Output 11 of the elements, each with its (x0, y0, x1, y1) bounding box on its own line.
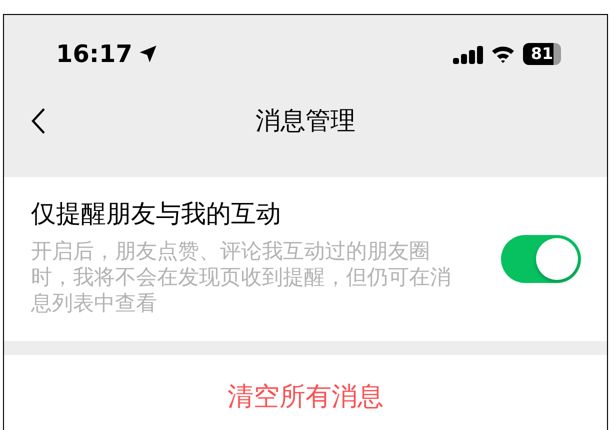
clear-messages-button[interactable]: 清空所有消息 (4, 355, 607, 430)
status-time: 16:17 (56, 38, 132, 70)
battery-level: 81 (523, 42, 561, 64)
back-icon[interactable] (30, 107, 46, 135)
wifi-icon (491, 44, 515, 62)
location-arrow-icon (138, 44, 158, 64)
setting-description: 开启后，朋友点赞、评论我互动过的朋友圈时，我将不会在发现页收到提醒，但仍可在消息列表中查看 (31, 238, 452, 316)
page-title: 消息管理 (256, 105, 356, 138)
toggle-switch[interactable] (501, 235, 581, 283)
signal-icon (453, 44, 483, 64)
setting-title: 仅提醒朋友与我的互动 (31, 198, 282, 230)
